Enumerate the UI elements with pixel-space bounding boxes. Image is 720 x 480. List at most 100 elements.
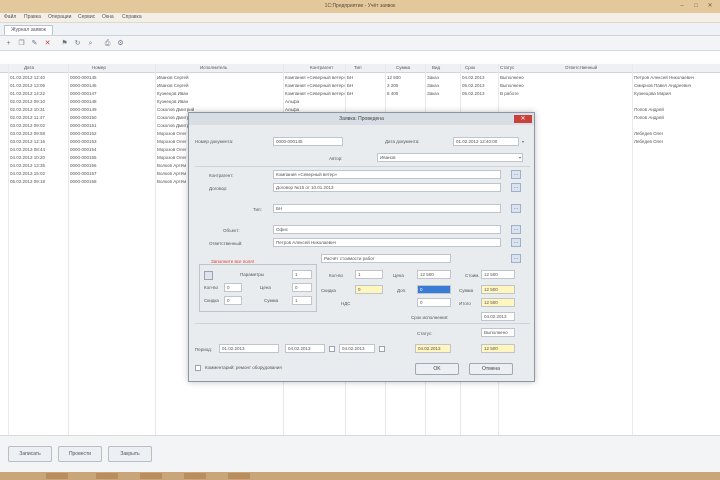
calendar-icon[interactable]: ▾ xyxy=(520,138,526,145)
select-object-button[interactable]: … xyxy=(511,225,521,234)
save-button[interactable]: Записать xyxy=(8,446,52,462)
close-window-button[interactable]: ✕ xyxy=(704,2,716,11)
manager-field[interactable]: Петров Алексей Николаевич xyxy=(273,238,501,247)
print-icon[interactable]: ⎙ xyxy=(103,39,112,48)
chevron-down-icon[interactable]: ▾ xyxy=(517,154,523,161)
select-client-button[interactable]: … xyxy=(511,170,521,179)
settings-icon[interactable]: ⚙ xyxy=(116,39,125,48)
comment-label: Комментарий: ремонт оборудования xyxy=(205,365,282,370)
cell-date: 02.02.2013 11:47 xyxy=(10,115,45,120)
date-field[interactable]: 01.02.2013 12:40:00 xyxy=(453,137,519,146)
copy-icon[interactable]: ❐ xyxy=(17,39,26,48)
total-field[interactable]: 12 500 xyxy=(481,344,515,353)
period-to-field[interactable]: 04.02.2013 xyxy=(285,344,325,353)
period-checkbox[interactable] xyxy=(329,346,335,352)
taskbar-item[interactable] xyxy=(228,473,250,479)
col-status[interactable]: Статус xyxy=(500,65,514,70)
calc-extra-field[interactable]: 0 xyxy=(417,285,451,294)
menu-operations[interactable]: Операции xyxy=(48,14,71,20)
col-kind[interactable]: Вид xyxy=(432,65,440,70)
calc-total-field[interactable]: 12 500 xyxy=(481,298,515,307)
status-field[interactable]: Выполнено xyxy=(481,328,515,337)
post-button[interactable]: Провести xyxy=(58,446,102,462)
cell-type: БН xyxy=(347,83,354,88)
menu-windows[interactable]: Окна xyxy=(102,14,114,20)
table-row[interactable]: 02.02.2013 09:10 0000-000148 Кузнецов Иван… xyxy=(0,98,720,106)
type-field[interactable]: БН xyxy=(273,204,501,213)
minimize-button[interactable]: – xyxy=(676,2,688,11)
due-date-field[interactable]: 04.02.2013 xyxy=(415,344,451,353)
col-date[interactable]: Дата xyxy=(24,65,34,70)
period-extra-field[interactable]: 04.02.2013 xyxy=(339,344,375,353)
cell-date: 04.02.2013 13:35 xyxy=(10,163,46,168)
delete-icon[interactable]: ✕ xyxy=(43,39,52,48)
menu-service[interactable]: Сервис xyxy=(78,14,95,20)
group-r1-field[interactable]: 0 xyxy=(224,283,242,292)
due-checkbox[interactable] xyxy=(379,346,385,352)
calc-disc-field[interactable]: 0 xyxy=(355,285,383,294)
menu-file[interactable]: Файл xyxy=(4,14,16,20)
ok-button[interactable]: OK xyxy=(415,363,459,375)
calc-sum-label: Сумма xyxy=(459,288,474,293)
due-field[interactable]: 04.02.2013 xyxy=(481,312,515,321)
cell-executor: Кузнецов Иван xyxy=(157,91,189,96)
select-manager-button[interactable]: … xyxy=(511,238,521,247)
col-type[interactable]: Тип xyxy=(354,65,362,70)
calc-sum-field[interactable]: 12 500 xyxy=(481,285,515,294)
cell-status: Выполнено xyxy=(500,75,524,80)
refresh-icon[interactable]: ↻ xyxy=(73,39,82,48)
params-field[interactable]: 1 xyxy=(292,270,312,279)
filter-icon[interactable]: ⚑ xyxy=(60,39,69,48)
calc-options-button[interactable]: … xyxy=(511,254,521,263)
edit-icon[interactable]: ✎ xyxy=(30,39,39,48)
comment-checkbox[interactable] xyxy=(195,365,201,371)
author-field[interactable]: Иванов xyxy=(377,153,523,162)
col-manager[interactable]: Ответственный xyxy=(565,65,597,70)
table-row[interactable]: 01.02.2013 14:22 0000-000147 Кузнецов Иван… xyxy=(0,90,720,98)
menu-edit[interactable]: Правка xyxy=(24,14,41,20)
table-row[interactable]: 01.02.2013 12:40 0000-000145 Иванов Сергей… xyxy=(0,74,720,82)
col-due[interactable]: Срок xyxy=(465,65,475,70)
calc-cost-field[interactable]: 12 500 xyxy=(481,270,515,279)
menu-help[interactable]: Справка xyxy=(122,14,142,20)
params-title: Параметры xyxy=(240,272,264,277)
contract-field[interactable]: Договор №15 от 10.01.2013 xyxy=(273,183,501,192)
calc-price-field[interactable]: 12 500 xyxy=(417,270,451,279)
table-row[interactable]: 01.02.2013 13:05 0000-000146 Иванов Сергей… xyxy=(0,82,720,90)
cell-number: 0000-000157 xyxy=(70,171,97,176)
group-r4-label: Сумма xyxy=(264,298,279,303)
dialog-close-button[interactable]: ✕ xyxy=(514,115,532,123)
find-icon[interactable]: ⌕ xyxy=(86,39,95,48)
select-contract-button[interactable]: … xyxy=(511,183,521,192)
taskbar-item[interactable] xyxy=(96,473,118,479)
select-type-button[interactable]: … xyxy=(511,204,521,213)
cell-date: 01.02.2013 12:40 xyxy=(10,75,46,80)
number-field[interactable]: 0000-000145 xyxy=(273,137,343,146)
taskbar-item[interactable] xyxy=(140,473,162,479)
calc-qty-field[interactable]: 1 xyxy=(355,270,383,279)
cell-status: В работе xyxy=(500,91,519,96)
period-from-field[interactable]: 01.02.2013 xyxy=(219,344,279,353)
group-r3-field[interactable]: 0 xyxy=(224,296,242,305)
group-r2-field[interactable]: 0 xyxy=(292,283,312,292)
close-button[interactable]: Закрыть xyxy=(108,446,152,462)
taskbar-item[interactable] xyxy=(46,473,68,479)
cancel-button[interactable]: Отмена xyxy=(469,363,513,375)
maximize-button[interactable]: □ xyxy=(690,2,702,11)
object-field[interactable]: Офис xyxy=(273,225,501,234)
col-client[interactable]: Контрагент xyxy=(310,65,333,70)
cell-number: 0000-000148 xyxy=(70,99,97,104)
group-r4-field[interactable]: 1 xyxy=(292,296,312,305)
tab-journal[interactable]: Журнал заявок xyxy=(4,25,53,35)
calc-vat-field[interactable]: 0 xyxy=(417,298,451,307)
calc-title-field[interactable]: Расчёт стоимости работ xyxy=(321,254,451,263)
col-sum[interactable]: Сумма xyxy=(396,65,410,70)
col-number[interactable]: Номер xyxy=(92,65,106,70)
cell-kind: Заказ xyxy=(427,83,439,88)
col-executor[interactable]: Исполнитель xyxy=(200,65,227,70)
taskbar xyxy=(0,472,720,480)
params-icon[interactable] xyxy=(204,271,213,280)
taskbar-item[interactable] xyxy=(184,473,206,479)
add-icon[interactable]: + xyxy=(4,39,13,48)
client-field[interactable]: Компания «Северный ветер» xyxy=(273,170,501,179)
